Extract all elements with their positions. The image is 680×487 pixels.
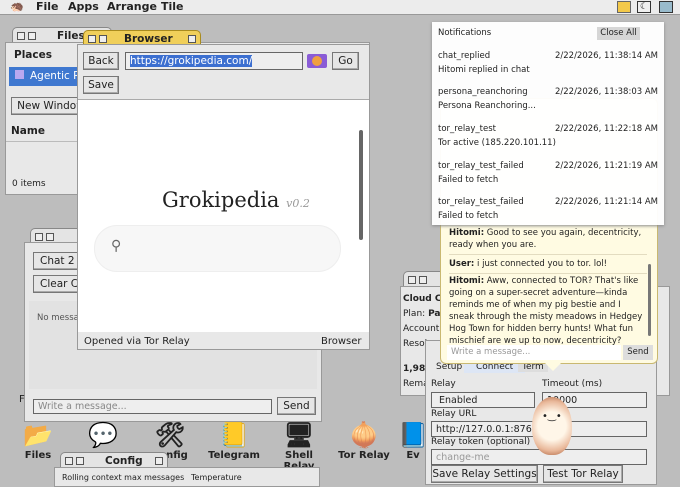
maximize-icon[interactable] — [46, 232, 54, 241]
close-icon[interactable] — [65, 456, 73, 465]
url-text: https://grokipedia.com/ — [130, 55, 253, 67]
tools-icon: 🛠 — [154, 421, 186, 449]
close-icon[interactable] — [408, 275, 416, 284]
monitor-icon: 🖥 — [283, 421, 315, 449]
scrollbar[interactable] — [648, 264, 651, 336]
menu-apps[interactable]: Apps — [68, 0, 99, 13]
status-right: Browser — [321, 336, 362, 347]
onion-icon: 🧅 — [349, 421, 379, 449]
hedgehog-mascot[interactable]: •‿• — [528, 393, 576, 465]
browser-window: Back https://grokipedia.com/ Go Save Gro… — [77, 44, 370, 350]
relay-url-label: Relay URL — [431, 409, 477, 419]
web-content: Grokipedia v0.2 ⚲ — [78, 99, 369, 332]
desktop-icon-files[interactable]: 📂 Files — [8, 420, 68, 461]
chat-message: User: i just connected you to tor. lol! — [449, 258, 647, 274]
timeout-label: Timeout (ms) — [542, 379, 603, 389]
desktop-icon-telegram[interactable]: 📒 Telegram — [204, 420, 264, 461]
chat-message: Hitomi: Aww, connected to TOR? That's li… — [449, 276, 643, 346]
maximize-icon[interactable] — [76, 456, 84, 465]
maximize-icon[interactable] — [419, 275, 427, 284]
moon-icon[interactable]: ☾ — [637, 1, 651, 13]
key-icon[interactable] — [617, 1, 631, 13]
go-button[interactable]: Go — [332, 52, 359, 70]
chat-send-button[interactable]: Send — [277, 397, 316, 415]
desktop-icon-tor-relay[interactable]: 🧅 Tor Relay — [334, 420, 394, 461]
test-tor-relay-button[interactable]: Test Tor Relay — [543, 465, 623, 483]
site-title: Grokipedia v0.2 — [162, 188, 310, 212]
back-button[interactable]: Back — [83, 52, 119, 70]
events-icon: 📘 — [398, 421, 428, 449]
window-title: Files — [57, 29, 85, 42]
desktop-icon-shell-relay[interactable]: 🖥Shell Relay — [269, 420, 329, 472]
relay-select[interactable]: Enabled — [431, 392, 535, 408]
site-version: v0.2 — [286, 197, 310, 210]
bubble-message-input[interactable]: Write a message... — [447, 345, 621, 360]
chat-bubble-icon: 💬 — [88, 421, 118, 449]
maximize-icon[interactable] — [28, 31, 36, 40]
save-relay-settings-button[interactable]: Save Relay Settings — [431, 465, 538, 483]
minimize-icon[interactable] — [188, 34, 196, 43]
window-title: Config — [105, 454, 143, 467]
window-title: Browser — [124, 32, 173, 45]
desktop-icon-chat[interactable]: 💬 — [73, 420, 133, 450]
relay-token-label: Relay token (optional) — [431, 437, 531, 447]
close-icon[interactable] — [88, 34, 96, 43]
config-title-tab[interactable]: Config — [60, 452, 168, 468]
close-icon[interactable] — [35, 232, 43, 241]
desktop-icon-events[interactable]: 📘 Ev — [398, 420, 428, 461]
column-name-header[interactable]: Name — [11, 125, 45, 137]
divider — [6, 141, 86, 142]
tor-onion-icon[interactable] — [307, 54, 327, 68]
menu-file[interactable]: File — [36, 0, 59, 13]
bubble-tail — [545, 363, 561, 371]
save-button[interactable]: Save — [83, 76, 119, 94]
menubar: 🦔 File Apps Arrange Tile ☾ — [0, 0, 680, 15]
scrollbar[interactable] — [359, 130, 363, 240]
menu-arrange[interactable]: Arrange — [107, 0, 157, 13]
side-letter: F — [19, 394, 25, 405]
place-agentic[interactable]: Agentic R — [9, 67, 84, 86]
menu-tile[interactable]: Tile — [161, 0, 184, 13]
hedgehog-logo-icon[interactable]: 🦔 — [10, 0, 24, 13]
search-icon: ⚲ — [111, 238, 122, 254]
status-left: Opened via Tor Relay — [84, 336, 190, 347]
places-heading: Places — [14, 49, 52, 61]
chat-message: Hitomi: Good to see you again, decentric… — [449, 227, 647, 255]
files-status: 0 items — [12, 179, 46, 189]
microphone-icon[interactable] — [659, 1, 673, 13]
chat-message-input[interactable]: Write a message... — [33, 399, 272, 414]
maximize-icon[interactable] — [99, 34, 107, 43]
notebook-icon: 📒 — [219, 421, 249, 449]
folder-icon: 📂 — [23, 421, 53, 449]
config-window: Rolling context max messages Temperature — [54, 467, 320, 487]
close-all-button[interactable]: Close All — [597, 27, 640, 40]
minimize-icon[interactable] — [155, 456, 163, 465]
notifications-title: Notifications — [438, 28, 492, 38]
bubble-send-button[interactable]: Send — [623, 345, 653, 360]
rolling-context-label: Rolling context max messages — [62, 473, 185, 482]
url-input[interactable]: https://grokipedia.com/ — [125, 52, 303, 70]
search-input[interactable]: ⚲ — [94, 225, 341, 272]
notifications-panel: Notifications Close All chat_replied 2/22… — [432, 22, 664, 225]
relay-label: Relay — [431, 379, 456, 389]
close-icon[interactable] — [17, 31, 25, 40]
temperature-label: Temperature — [191, 473, 242, 482]
place-label: Agentic R — [30, 70, 81, 82]
